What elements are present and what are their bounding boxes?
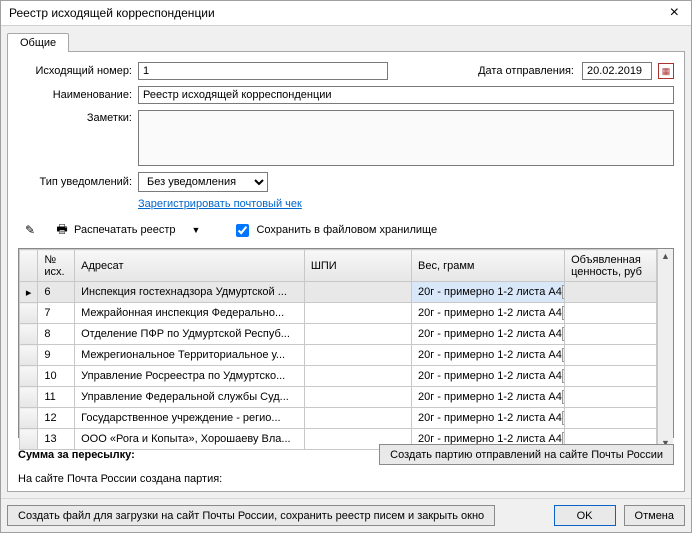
ok-button[interactable]: OK (554, 505, 616, 526)
cancel-button[interactable]: Отмена (624, 505, 685, 526)
row-indicator: ▸ (20, 282, 38, 303)
grid-col-value[interactable]: Объявленная ценность, руб (565, 250, 657, 282)
window-title: Реестр исходящей корреспонденции (9, 6, 215, 20)
cell-addressee[interactable]: Государственное учреждение - регио... (75, 408, 305, 429)
notif-type-label: Тип уведомлений: (18, 176, 138, 188)
cell-shpi[interactable] (304, 282, 411, 303)
print-icon: 🖶 (54, 222, 70, 238)
create-file-and-close-button[interactable]: Создать файл для загрузки на сайт Почты … (7, 505, 495, 526)
save-file-store-checkbox[interactable]: Сохранить в файловом хранилище (232, 221, 437, 240)
cell-addressee[interactable]: Управление Федеральной службы Суд... (75, 387, 305, 408)
cell-num[interactable]: 11 (38, 387, 75, 408)
cell-shpi[interactable] (304, 324, 411, 345)
cell-shpi[interactable] (304, 345, 411, 366)
grid-toolbar: ✎ 🖶 Распечатать реестр ▼ Сохранить в фай… (18, 216, 674, 248)
cell-addressee[interactable]: Межрайонная инспекция Федерально... (75, 303, 305, 324)
save-file-store-input[interactable] (236, 224, 249, 237)
grid-col-addressee[interactable]: Адресат (75, 250, 305, 282)
cell-weight[interactable]: 20г - примерно 1-2 листа А4⌄ (412, 282, 565, 303)
save-file-store-label: Сохранить в файловом хранилище (256, 224, 437, 236)
send-date-input[interactable] (582, 62, 652, 80)
tab-page-general: Исходящий номер: Дата отправления: ▦ Наи… (7, 51, 685, 492)
notif-type-select[interactable]: Без уведомления (138, 172, 268, 192)
cell-weight[interactable]: 20г - примерно 1-2 листа А4⌄ (412, 366, 565, 387)
print-registry-label: Распечатать реестр (74, 224, 176, 236)
cell-weight[interactable]: 20г - примерно 1-2 листа А4⌄ (412, 345, 565, 366)
cell-num[interactable]: 6 (38, 282, 75, 303)
row-indicator (20, 345, 38, 366)
cell-shpi[interactable] (304, 408, 411, 429)
table-row[interactable]: 10Управление Росреестра по Удмуртско... 2… (20, 366, 657, 387)
row-indicator (20, 366, 38, 387)
name-label: Наименование: (18, 89, 138, 101)
row-indicator (20, 387, 38, 408)
batch-created-label: На сайте Почта России создана партия: (18, 473, 674, 485)
calendar-icon[interactable]: ▦ (658, 63, 674, 79)
grid-col-num[interactable]: № исх. (38, 250, 75, 282)
cell-weight[interactable]: 20г - примерно 1-2 листа А4⌄ (412, 387, 565, 408)
row-indicator (20, 324, 38, 345)
cell-addressee[interactable]: Управление Росреестра по Удмуртско... (75, 366, 305, 387)
grid-row-header-col (20, 250, 38, 282)
cell-weight[interactable]: 20г - примерно 1-2 листа А4⌄ (412, 324, 565, 345)
cell-weight[interactable]: 20г - примерно 1-2 листа А4⌄ (412, 303, 565, 324)
dialog-footer: Создать файл для загрузки на сайт Почты … (1, 498, 691, 532)
table-row[interactable]: ▸6Инспекция гостехнадзора Удмуртской ...… (20, 282, 657, 303)
sum-label: Сумма за пересылку: (18, 449, 135, 461)
send-date-label: Дата отправления: (478, 65, 582, 77)
notes-textarea[interactable] (138, 110, 674, 166)
tab-bar: Общие (1, 26, 691, 51)
cell-shpi[interactable] (304, 387, 411, 408)
cell-num[interactable]: 7 (38, 303, 75, 324)
delete-icon: ✎ (22, 222, 38, 238)
outgoing-number-input[interactable] (138, 62, 388, 80)
close-icon[interactable]: × (664, 4, 685, 22)
print-dropdown-caret[interactable]: ▼ (188, 225, 205, 235)
name-input[interactable] (138, 86, 674, 104)
notes-label: Заметки: (18, 110, 138, 124)
cell-addressee[interactable]: Инспекция гостехнадзора Удмуртской ... (75, 282, 305, 303)
cell-declared-value[interactable] (565, 387, 657, 408)
cell-declared-value[interactable] (565, 366, 657, 387)
row-indicator (20, 408, 38, 429)
outgoing-number-label: Исходящий номер: (18, 65, 138, 77)
create-batch-button[interactable]: Создать партию отправлений на сайте Почт… (379, 444, 674, 465)
cell-addressee[interactable]: Отделение ПФР по Удмуртской Респуб... (75, 324, 305, 345)
cell-num[interactable]: 10 (38, 366, 75, 387)
dialog-window: Реестр исходящей корреспонденции × Общие… (0, 0, 692, 533)
titlebar: Реестр исходящей корреспонденции × (1, 1, 691, 26)
letters-grid[interactable]: № исх. Адресат ШПИ Вес, грамм Объявленна… (19, 249, 657, 450)
row-indicator (20, 303, 38, 324)
cell-declared-value[interactable] (565, 282, 657, 303)
cell-shpi[interactable] (304, 303, 411, 324)
grid-scrollbar[interactable]: ▲ ▼ (657, 249, 673, 450)
table-row[interactable]: 9Межрегиональное Территориальное у... 20г… (20, 345, 657, 366)
cell-num[interactable]: 8 (38, 324, 75, 345)
cell-declared-value[interactable] (565, 408, 657, 429)
cell-declared-value[interactable] (565, 324, 657, 345)
scroll-up-icon[interactable]: ▲ (661, 249, 670, 263)
grid-wrap: № исх. Адресат ШПИ Вес, грамм Объявленна… (18, 248, 674, 438)
grid-col-weight[interactable]: Вес, грамм (412, 250, 565, 282)
print-registry-button[interactable]: 🖶 Распечатать реестр (50, 220, 180, 240)
cell-shpi[interactable] (304, 366, 411, 387)
table-row[interactable]: 12Государственное учреждение - регио... 2… (20, 408, 657, 429)
tab-general[interactable]: Общие (7, 33, 69, 52)
cell-num[interactable]: 9 (38, 345, 75, 366)
grid-col-shpi[interactable]: ШПИ (304, 250, 411, 282)
delete-row-button[interactable]: ✎ (18, 220, 42, 240)
table-row[interactable]: 8Отделение ПФР по Удмуртской Респуб... 20… (20, 324, 657, 345)
cell-weight[interactable]: 20г - примерно 1-2 листа А4⌄ (412, 408, 565, 429)
cell-addressee[interactable]: Межрегиональное Территориальное у... (75, 345, 305, 366)
table-row[interactable]: 11Управление Федеральной службы Суд... 20… (20, 387, 657, 408)
table-row[interactable]: 7Межрайонная инспекция Федерально... 20г … (20, 303, 657, 324)
register-postal-check-link[interactable]: Зарегистрировать почтовый чек (138, 198, 302, 210)
cell-declared-value[interactable] (565, 345, 657, 366)
cell-declared-value[interactable] (565, 303, 657, 324)
cell-num[interactable]: 12 (38, 408, 75, 429)
